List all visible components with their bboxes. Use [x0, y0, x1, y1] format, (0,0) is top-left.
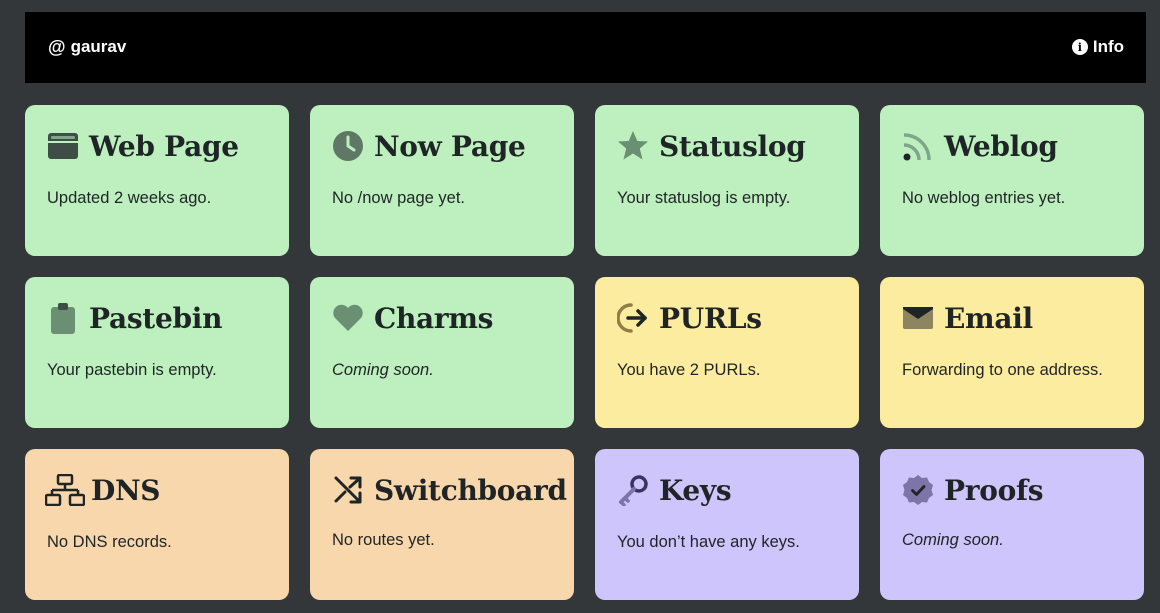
- card-header: Keys: [617, 473, 732, 507]
- card-description: No weblog entries yet.: [902, 189, 1066, 207]
- card-title: Pastebin: [89, 301, 223, 335]
- certificate-check-icon: [902, 474, 934, 506]
- card-header: PURLs: [617, 301, 762, 335]
- service-grid: Web Page Updated 2 weeks ago. Now Page N…: [25, 105, 1144, 600]
- card-header: Now Page: [332, 129, 526, 163]
- card-title: Email: [944, 301, 1033, 335]
- card-description: Forwarding to one address.: [902, 361, 1103, 379]
- card-header: Proofs: [902, 473, 1043, 507]
- shuffle-icon: [332, 474, 364, 506]
- star-icon: [617, 130, 649, 162]
- info-label: Info: [1092, 37, 1124, 56]
- card-now-page[interactable]: Now Page No /now page yet.: [310, 105, 574, 256]
- card-title: DNS: [91, 473, 161, 507]
- clock-icon: [332, 130, 364, 162]
- card-dns[interactable]: DNS No DNS records.: [25, 449, 289, 600]
- card-web-page[interactable]: Web Page Updated 2 weeks ago.: [25, 105, 289, 256]
- top-bar: @ gaurav i Info: [25, 12, 1146, 83]
- card-title: Proofs: [944, 473, 1044, 507]
- card-header: Pastebin: [47, 301, 222, 335]
- card-pastebin[interactable]: Pastebin Your pastebin is empty.: [25, 277, 289, 428]
- card-description: Your statuslog is empty.: [617, 189, 791, 207]
- card-header: Weblog: [902, 129, 1058, 163]
- card-title: PURLs: [659, 301, 762, 335]
- card-title: Charms: [374, 301, 494, 335]
- network-icon: [45, 474, 85, 506]
- card-title: Statuslog: [659, 129, 806, 163]
- card-title: Keys: [659, 473, 732, 507]
- card-header: Email: [902, 301, 1033, 335]
- card-description: Your pastebin is empty.: [47, 361, 217, 379]
- clipboard-icon: [47, 302, 79, 334]
- card-weblog[interactable]: Weblog No weblog entries yet.: [880, 105, 1144, 256]
- card-description: Coming soon.: [332, 361, 434, 379]
- key-icon: [617, 474, 649, 506]
- card-title: Switchboard: [374, 473, 567, 507]
- card-description: Updated 2 weeks ago.: [47, 189, 212, 207]
- card-switchboard[interactable]: Switchboard No routes yet.: [310, 449, 574, 600]
- envelope-icon: [902, 302, 934, 334]
- card-header: DNS: [45, 473, 161, 507]
- rss-icon: [902, 130, 934, 162]
- card-description: You have 2 PURLs.: [617, 361, 761, 379]
- card-header: Statuslog: [617, 129, 806, 163]
- card-purls[interactable]: PURLs You have 2 PURLs.: [595, 277, 859, 428]
- card-header: Switchboard: [332, 473, 567, 507]
- card-description: No /now page yet.: [332, 189, 465, 207]
- card-charms[interactable]: Charms Coming soon.: [310, 277, 574, 428]
- at-icon: @: [48, 37, 66, 57]
- card-header: Charms: [332, 301, 493, 335]
- card-email[interactable]: Email Forwarding to one address.: [880, 277, 1144, 428]
- card-keys[interactable]: Keys You don’t have any keys.: [595, 449, 859, 600]
- card-statuslog[interactable]: Statuslog Your statuslog is empty.: [595, 105, 859, 256]
- user-handle[interactable]: @ gaurav: [48, 37, 126, 57]
- card-proofs[interactable]: Proofs Coming soon.: [880, 449, 1144, 600]
- card-title: Now Page: [374, 129, 526, 163]
- redirect-arrow-icon: [617, 302, 649, 334]
- heart-icon: [332, 302, 364, 334]
- card-description: Coming soon.: [902, 531, 1004, 549]
- card-description: You don’t have any keys.: [617, 533, 800, 551]
- browser-window-icon: [47, 130, 79, 162]
- card-title: Weblog: [944, 129, 1058, 163]
- info-button[interactable]: i Info: [1071, 37, 1124, 57]
- card-title: Web Page: [89, 129, 239, 163]
- card-description: No DNS records.: [47, 533, 172, 551]
- username: gaurav: [70, 37, 127, 56]
- card-description: No routes yet.: [332, 531, 435, 549]
- info-icon: i: [1071, 39, 1088, 55]
- card-header: Web Page: [47, 129, 239, 163]
